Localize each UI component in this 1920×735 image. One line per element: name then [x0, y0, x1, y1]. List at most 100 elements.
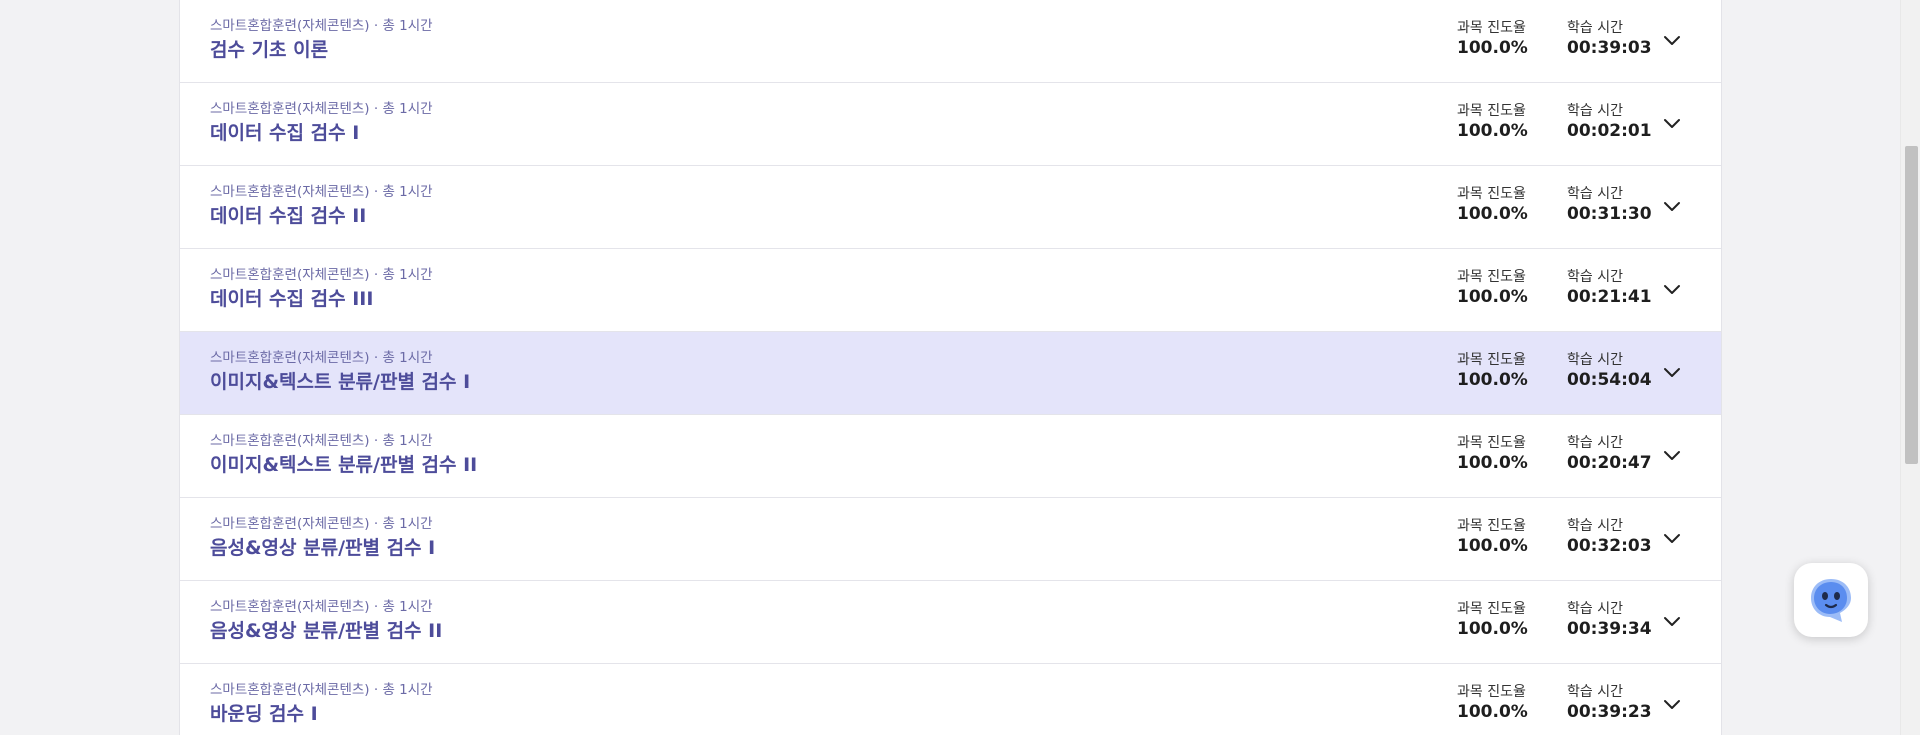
time-stat: 학습 시간 00:20:47 [1567, 434, 1657, 474]
progress-stat: 과목 진도율 100.0% [1457, 268, 1567, 308]
course-row[interactable]: 스마트혼합훈련(자체콘텐츠) · 총 1시간 데이터 수집 검수 III 과목 … [180, 249, 1721, 332]
course-title[interactable]: 음성&영상 분류/판별 검수 II [210, 618, 442, 644]
scrollbar-track[interactable] [1900, 0, 1920, 735]
chevron-down-icon[interactable] [1663, 198, 1681, 216]
chevron-down-icon[interactable] [1663, 364, 1681, 382]
time-label: 학습 시간 [1567, 20, 1623, 36]
time-label: 학습 시간 [1567, 352, 1623, 368]
course-info: 스마트혼합훈련(자체콘텐츠) · 총 1시간 음성&영상 분류/판별 검수 I [210, 515, 435, 561]
time-value: 00:21:41 [1567, 287, 1652, 307]
course-stats: 과목 진도율 100.0% 학습 시간 00:20:47 [1457, 434, 1657, 474]
time-stat: 학습 시간 00:02:01 [1567, 102, 1657, 142]
progress-value: 100.0% [1457, 702, 1528, 722]
chatbot-icon [1811, 579, 1851, 622]
progress-value: 100.0% [1457, 121, 1528, 141]
progress-value: 100.0% [1457, 287, 1528, 307]
progress-stat: 과목 진도율 100.0% [1457, 600, 1567, 640]
course-info: 스마트혼합훈련(자체콘텐츠) · 총 1시간 이미지&텍스트 분류/판별 검수 … [210, 432, 477, 478]
course-row[interactable]: 스마트혼합훈련(자체콘텐츠) · 총 1시간 데이터 수집 검수 II 과목 진… [180, 166, 1721, 249]
course-stats: 과목 진도율 100.0% 학습 시간 00:39:03 [1457, 19, 1657, 59]
course-stats: 과목 진도율 100.0% 학습 시간 00:31:30 [1457, 185, 1657, 225]
time-value: 00:54:04 [1567, 370, 1652, 390]
course-row[interactable]: 스마트혼합훈련(자체콘텐츠) · 총 1시간 검수 기초 이론 과목 진도율 1… [180, 0, 1721, 83]
chevron-down-icon[interactable] [1663, 32, 1681, 50]
course-info: 스마트혼합훈련(자체콘텐츠) · 총 1시간 데이터 수집 검수 I [210, 100, 433, 146]
course-stats: 과목 진도율 100.0% 학습 시간 00:54:04 [1457, 351, 1657, 391]
progress-label: 과목 진도율 [1457, 435, 1526, 451]
time-label: 학습 시간 [1567, 269, 1623, 285]
course-row[interactable]: 스마트혼합훈련(자체콘텐츠) · 총 1시간 이미지&텍스트 분류/판별 검수 … [180, 415, 1721, 498]
course-row[interactable]: 스마트혼합훈련(자체콘텐츠) · 총 1시간 음성&영상 분류/판별 검수 II… [180, 581, 1721, 664]
progress-label: 과목 진도율 [1457, 186, 1526, 202]
time-label: 학습 시간 [1567, 601, 1623, 617]
chevron-down-icon[interactable] [1663, 613, 1681, 631]
chevron-down-icon[interactable] [1663, 281, 1681, 299]
course-title[interactable]: 음성&영상 분류/판별 검수 I [210, 535, 435, 561]
time-stat: 학습 시간 00:39:34 [1567, 600, 1657, 640]
time-value: 00:39:03 [1567, 38, 1652, 58]
progress-stat: 과목 진도율 100.0% [1457, 683, 1567, 723]
course-row[interactable]: 스마트혼합훈련(자체콘텐츠) · 총 1시간 바운딩 검수 I 과목 진도율 1… [180, 664, 1721, 735]
course-title[interactable]: 이미지&텍스트 분류/판별 검수 I [210, 369, 470, 395]
chatbot-button[interactable] [1794, 563, 1868, 637]
time-value: 00:02:01 [1567, 121, 1652, 141]
course-stats: 과목 진도율 100.0% 학습 시간 00:32:03 [1457, 517, 1657, 557]
course-meta: 스마트혼합훈련(자체콘텐츠) · 총 1시간 [210, 682, 433, 698]
time-stat: 학습 시간 00:31:30 [1567, 185, 1657, 225]
progress-label: 과목 진도율 [1457, 601, 1526, 617]
time-label: 학습 시간 [1567, 684, 1623, 700]
course-title[interactable]: 이미지&텍스트 분류/판별 검수 II [210, 452, 477, 478]
course-title[interactable]: 데이터 수집 검수 III [210, 286, 433, 312]
progress-stat: 과목 진도율 100.0% [1457, 19, 1567, 59]
time-value: 00:20:47 [1567, 453, 1652, 473]
scrollbar-thumb[interactable] [1905, 146, 1918, 464]
time-stat: 학습 시간 00:39:23 [1567, 683, 1657, 723]
chevron-down-icon[interactable] [1663, 115, 1681, 133]
time-label: 학습 시간 [1567, 518, 1623, 534]
progress-stat: 과목 진도율 100.0% [1457, 434, 1567, 474]
progress-label: 과목 진도율 [1457, 103, 1526, 119]
course-info: 스마트혼합훈련(자체콘텐츠) · 총 1시간 검수 기초 이론 [210, 17, 433, 63]
time-label: 학습 시간 [1567, 435, 1623, 451]
progress-stat: 과목 진도율 100.0% [1457, 517, 1567, 557]
course-row[interactable]: 스마트혼합훈련(자체콘텐츠) · 총 1시간 이미지&텍스트 분류/판별 검수 … [180, 332, 1721, 415]
course-stats: 과목 진도율 100.0% 학습 시간 00:39:34 [1457, 600, 1657, 640]
course-info: 스마트혼합훈련(자체콘텐츠) · 총 1시간 바운딩 검수 I [210, 681, 433, 727]
progress-value: 100.0% [1457, 619, 1528, 639]
course-title[interactable]: 데이터 수집 검수 II [210, 203, 433, 229]
course-stats: 과목 진도율 100.0% 학습 시간 00:39:23 [1457, 683, 1657, 723]
course-stats: 과목 진도율 100.0% 학습 시간 00:02:01 [1457, 102, 1657, 142]
course-title[interactable]: 데이터 수집 검수 I [210, 120, 433, 146]
time-value: 00:32:03 [1567, 536, 1652, 556]
course-meta: 스마트혼합훈련(자체콘텐츠) · 총 1시간 [210, 516, 433, 532]
time-stat: 학습 시간 00:54:04 [1567, 351, 1657, 391]
course-meta: 스마트혼합훈련(자체콘텐츠) · 총 1시간 [210, 267, 433, 283]
time-stat: 학습 시간 00:39:03 [1567, 19, 1657, 59]
course-meta: 스마트혼합훈련(자체콘텐츠) · 총 1시간 [210, 433, 433, 449]
progress-label: 과목 진도율 [1457, 684, 1526, 700]
progress-stat: 과목 진도율 100.0% [1457, 102, 1567, 142]
page-viewport: 스마트혼합훈련(자체콘텐츠) · 총 1시간 검수 기초 이론 과목 진도율 1… [0, 0, 1920, 735]
course-info: 스마트혼합훈련(자체콘텐츠) · 총 1시간 데이터 수집 검수 III [210, 266, 433, 312]
course-info: 스마트혼합훈련(자체콘텐츠) · 총 1시간 데이터 수집 검수 II [210, 183, 433, 229]
course-row[interactable]: 스마트혼합훈련(자체콘텐츠) · 총 1시간 데이터 수집 검수 I 과목 진도… [180, 83, 1721, 166]
progress-label: 과목 진도율 [1457, 269, 1526, 285]
progress-label: 과목 진도율 [1457, 20, 1526, 36]
chevron-down-icon[interactable] [1663, 696, 1681, 714]
progress-value: 100.0% [1457, 370, 1528, 390]
course-stats: 과목 진도율 100.0% 학습 시간 00:21:41 [1457, 268, 1657, 308]
chevron-down-icon[interactable] [1663, 530, 1681, 548]
time-label: 학습 시간 [1567, 103, 1623, 119]
course-list: 스마트혼합훈련(자체콘텐츠) · 총 1시간 검수 기초 이론 과목 진도율 1… [179, 0, 1722, 735]
course-title[interactable]: 바운딩 검수 I [210, 701, 433, 727]
course-title[interactable]: 검수 기초 이론 [210, 37, 433, 63]
course-meta: 스마트혼합훈련(자체콘텐츠) · 총 1시간 [210, 101, 433, 117]
course-row[interactable]: 스마트혼합훈련(자체콘텐츠) · 총 1시간 음성&영상 분류/판별 검수 I … [180, 498, 1721, 581]
course-info: 스마트혼합훈련(자체콘텐츠) · 총 1시간 음성&영상 분류/판별 검수 II [210, 598, 442, 644]
progress-stat: 과목 진도율 100.0% [1457, 185, 1567, 225]
chevron-down-icon[interactable] [1663, 447, 1681, 465]
progress-stat: 과목 진도율 100.0% [1457, 351, 1567, 391]
course-meta: 스마트혼합훈련(자체콘텐츠) · 총 1시간 [210, 599, 433, 615]
progress-value: 100.0% [1457, 204, 1528, 224]
course-meta: 스마트혼합훈련(자체콘텐츠) · 총 1시간 [210, 18, 433, 34]
